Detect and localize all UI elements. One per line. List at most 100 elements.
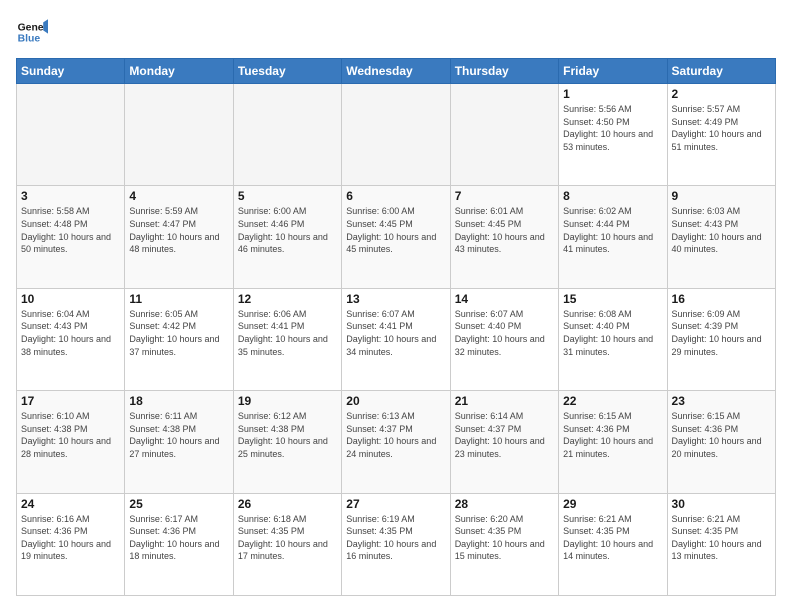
calendar-cell: 30 Sunrise: 6:21 AM Sunset: 4:35 PM Dayli… [667, 493, 775, 595]
calendar-cell: 2Sunrise: 5:57 AM Sunset: 4:49 PM Daylig… [667, 84, 775, 186]
day-number: 29 [563, 497, 662, 511]
week-row-3: 10Sunrise: 6:04 AM Sunset: 4:43 PM Dayli… [17, 288, 776, 390]
day-number: 25 [129, 497, 228, 511]
day-info: Sunrise: 6:13 AM Sunset: 4:37 PM Dayligh… [346, 410, 445, 460]
calendar-cell: 29 Sunrise: 6:21 AM Sunset: 4:35 PM Dayli… [559, 493, 667, 595]
day-number: 27 [346, 497, 445, 511]
calendar-cell [233, 84, 341, 186]
day-number: 6 [346, 189, 445, 203]
calendar-cell: 6 Sunrise: 6:00 AM Sunset: 4:45 PM Daylig… [342, 186, 450, 288]
day-number: 9 [672, 189, 771, 203]
calendar-cell: 7 Sunrise: 6:01 AM Sunset: 4:45 PM Daylig… [450, 186, 558, 288]
calendar-cell [125, 84, 233, 186]
day-info: Sunrise: 5:59 AM Sunset: 4:47 PM Dayligh… [129, 205, 228, 255]
day-number: 30 [672, 497, 771, 511]
calendar-cell: 4 Sunrise: 5:59 AM Sunset: 4:47 PM Daylig… [125, 186, 233, 288]
week-row-5: 24Sunrise: 6:16 AM Sunset: 4:36 PM Dayli… [17, 493, 776, 595]
calendar-cell: 27 Sunrise: 6:19 AM Sunset: 4:35 PM Dayli… [342, 493, 450, 595]
header-row: SundayMondayTuesdayWednesdayThursdayFrid… [17, 59, 776, 84]
day-number: 7 [455, 189, 554, 203]
calendar-cell: 15 Sunrise: 6:08 AM Sunset: 4:40 PM Dayli… [559, 288, 667, 390]
day-info: Sunrise: 6:08 AM Sunset: 4:40 PM Dayligh… [563, 308, 662, 358]
day-number: 13 [346, 292, 445, 306]
calendar-cell: 9 Sunrise: 6:03 AM Sunset: 4:43 PM Daylig… [667, 186, 775, 288]
day-header-monday: Monday [125, 59, 233, 84]
day-number: 17 [21, 394, 120, 408]
day-info: Sunrise: 6:18 AM Sunset: 4:35 PM Dayligh… [238, 513, 337, 563]
calendar-cell: 20Sunrise: 6:13 AM Sunset: 4:37 PM Dayli… [342, 391, 450, 493]
calendar-cell: 17 Sunrise: 6:10 AM Sunset: 4:38 PM Dayli… [17, 391, 125, 493]
day-info: Sunrise: 5:56 AM Sunset: 4:50 PM Dayligh… [563, 103, 662, 153]
calendar-cell: 3 Sunrise: 5:58 AM Sunset: 4:48 PM Daylig… [17, 186, 125, 288]
day-info: Sunrise: 6:02 AM Sunset: 4:44 PM Dayligh… [563, 205, 662, 255]
day-info: Sunrise: 6:20 AM Sunset: 4:35 PM Dayligh… [455, 513, 554, 563]
day-info: Sunrise: 6:15 AM Sunset: 4:36 PM Dayligh… [672, 410, 771, 460]
day-number: 14 [455, 292, 554, 306]
calendar-cell [342, 84, 450, 186]
day-info: Sunrise: 6:10 AM Sunset: 4:38 PM Dayligh… [21, 410, 120, 460]
day-info: Sunrise: 6:21 AM Sunset: 4:35 PM Dayligh… [563, 513, 662, 563]
header: General Blue [16, 16, 776, 48]
day-info: Sunrise: 5:58 AM Sunset: 4:48 PM Dayligh… [21, 205, 120, 255]
day-number: 21 [455, 394, 554, 408]
day-number: 28 [455, 497, 554, 511]
day-info: Sunrise: 6:05 AM Sunset: 4:42 PM Dayligh… [129, 308, 228, 358]
day-number: 26 [238, 497, 337, 511]
calendar-cell: 26 Sunrise: 6:18 AM Sunset: 4:35 PM Dayli… [233, 493, 341, 595]
day-info: Sunrise: 6:19 AM Sunset: 4:35 PM Dayligh… [346, 513, 445, 563]
day-number: 18 [129, 394, 228, 408]
day-number: 12 [238, 292, 337, 306]
page: General Blue SundayMondayTuesdayWednesda… [0, 0, 792, 612]
day-number: 19 [238, 394, 337, 408]
day-number: 1 [563, 87, 662, 101]
week-row-4: 17 Sunrise: 6:10 AM Sunset: 4:38 PM Dayli… [17, 391, 776, 493]
day-info: Sunrise: 6:00 AM Sunset: 4:45 PM Dayligh… [346, 205, 445, 255]
day-info: Sunrise: 6:11 AM Sunset: 4:38 PM Dayligh… [129, 410, 228, 460]
calendar-cell: 28 Sunrise: 6:20 AM Sunset: 4:35 PM Dayli… [450, 493, 558, 595]
day-number: 16 [672, 292, 771, 306]
day-number: 2 [672, 87, 771, 101]
calendar-cell: 12Sunrise: 6:06 AM Sunset: 4:41 PM Dayli… [233, 288, 341, 390]
day-number: 4 [129, 189, 228, 203]
calendar-cell: 1 Sunrise: 5:56 AM Sunset: 4:50 PM Daylig… [559, 84, 667, 186]
day-info: Sunrise: 6:09 AM Sunset: 4:39 PM Dayligh… [672, 308, 771, 358]
day-number: 15 [563, 292, 662, 306]
calendar-cell: 25 Sunrise: 6:17 AM Sunset: 4:36 PM Dayli… [125, 493, 233, 595]
calendar-cell: 14 Sunrise: 6:07 AM Sunset: 4:40 PM Dayli… [450, 288, 558, 390]
day-header-tuesday: Tuesday [233, 59, 341, 84]
day-info: Sunrise: 6:07 AM Sunset: 4:40 PM Dayligh… [455, 308, 554, 358]
day-info: Sunrise: 6:21 AM Sunset: 4:35 PM Dayligh… [672, 513, 771, 563]
calendar-cell: 21 Sunrise: 6:14 AM Sunset: 4:37 PM Dayli… [450, 391, 558, 493]
day-info: Sunrise: 6:03 AM Sunset: 4:43 PM Dayligh… [672, 205, 771, 255]
week-row-1: 1 Sunrise: 5:56 AM Sunset: 4:50 PM Daylig… [17, 84, 776, 186]
calendar-cell [450, 84, 558, 186]
day-info: Sunrise: 6:01 AM Sunset: 4:45 PM Dayligh… [455, 205, 554, 255]
week-row-2: 3 Sunrise: 5:58 AM Sunset: 4:48 PM Daylig… [17, 186, 776, 288]
calendar-cell: 16 Sunrise: 6:09 AM Sunset: 4:39 PM Dayli… [667, 288, 775, 390]
day-number: 11 [129, 292, 228, 306]
day-number: 10 [21, 292, 120, 306]
day-number: 5 [238, 189, 337, 203]
day-number: 3 [21, 189, 120, 203]
day-info: Sunrise: 6:16 AM Sunset: 4:36 PM Dayligh… [21, 513, 120, 563]
day-number: 8 [563, 189, 662, 203]
day-header-wednesday: Wednesday [342, 59, 450, 84]
calendar-cell: 18 Sunrise: 6:11 AM Sunset: 4:38 PM Dayli… [125, 391, 233, 493]
day-number: 22 [563, 394, 662, 408]
day-info: Sunrise: 6:14 AM Sunset: 4:37 PM Dayligh… [455, 410, 554, 460]
calendar-cell: 5Sunrise: 6:00 AM Sunset: 4:46 PM Daylig… [233, 186, 341, 288]
day-number: 23 [672, 394, 771, 408]
svg-text:Blue: Blue [18, 34, 41, 45]
day-header-saturday: Saturday [667, 59, 775, 84]
day-info: Sunrise: 6:12 AM Sunset: 4:38 PM Dayligh… [238, 410, 337, 460]
calendar: SundayMondayTuesdayWednesdayThursdayFrid… [16, 58, 776, 596]
calendar-cell: 24Sunrise: 6:16 AM Sunset: 4:36 PM Dayli… [17, 493, 125, 595]
calendar-cell: 19 Sunrise: 6:12 AM Sunset: 4:38 PM Dayli… [233, 391, 341, 493]
calendar-cell: 13Sunrise: 6:07 AM Sunset: 4:41 PM Dayli… [342, 288, 450, 390]
day-header-thursday: Thursday [450, 59, 558, 84]
logo: General Blue [16, 16, 48, 48]
day-info: Sunrise: 6:15 AM Sunset: 4:36 PM Dayligh… [563, 410, 662, 460]
day-info: Sunrise: 6:17 AM Sunset: 4:36 PM Dayligh… [129, 513, 228, 563]
day-header-friday: Friday [559, 59, 667, 84]
calendar-cell: 22 Sunrise: 6:15 AM Sunset: 4:36 PM Dayli… [559, 391, 667, 493]
